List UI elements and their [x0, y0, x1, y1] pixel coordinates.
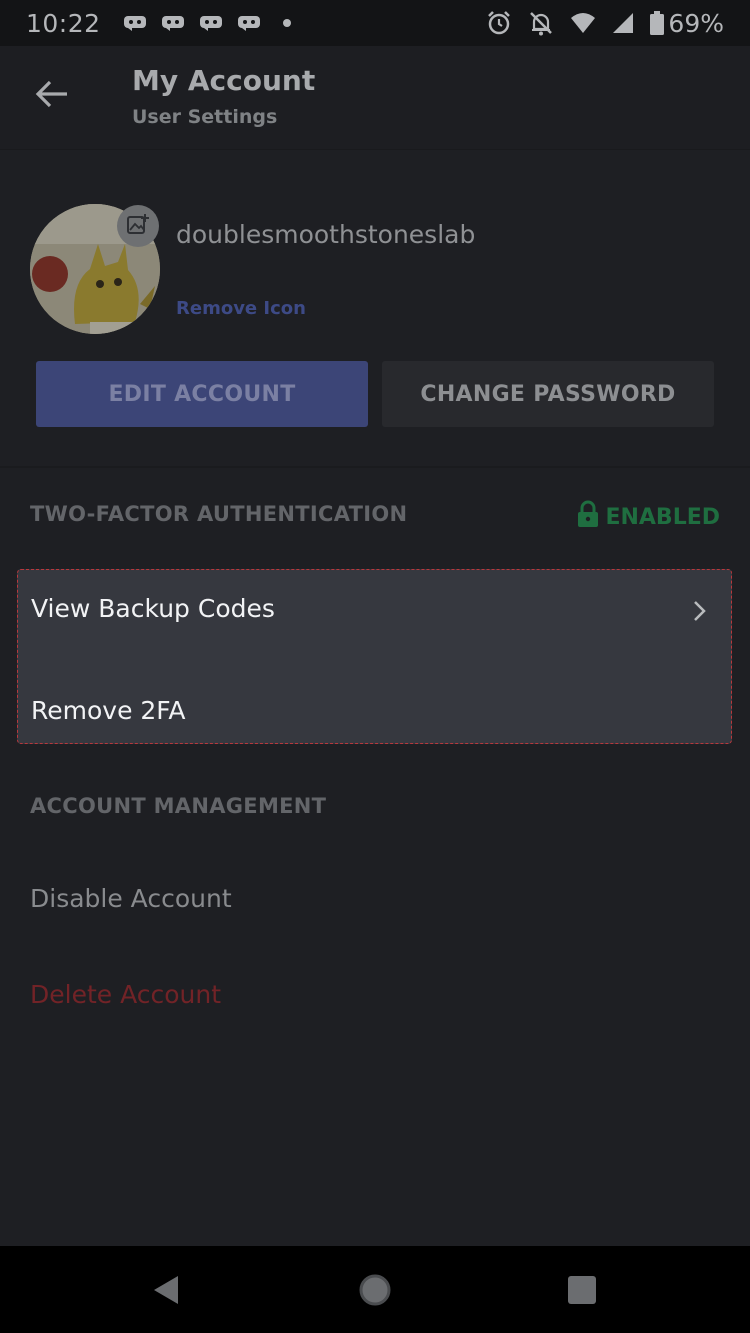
- username: doublesmoothstoneslab: [176, 220, 476, 249]
- back-button[interactable]: [30, 76, 74, 116]
- dnd-bell-off-icon: [528, 10, 554, 36]
- status-bar: 10:22 69%: [0, 0, 750, 46]
- alarm-icon: [486, 10, 512, 36]
- remove-2fa-label: Remove 2FA: [31, 696, 186, 725]
- dot-icon: [282, 19, 291, 27]
- two-factor-options-panel: View Backup Codes Remove 2FA: [17, 569, 732, 744]
- signal-icon: [612, 12, 634, 34]
- disable-account-item[interactable]: Disable Account: [30, 884, 232, 913]
- page-subtitle: User Settings: [132, 106, 278, 128]
- account-management-section-label: ACCOUNT MANAGEMENT: [30, 794, 327, 818]
- discord-notification-icon: [237, 14, 261, 32]
- nav-back-icon[interactable]: [152, 1274, 180, 1310]
- change-password-button[interactable]: CHANGE PASSWORD: [382, 361, 714, 427]
- image-add-icon: [126, 213, 150, 239]
- discord-notification-icon: [161, 14, 185, 32]
- chevron-right-icon: [693, 600, 707, 626]
- delete-account-item[interactable]: Delete Account: [30, 980, 221, 1009]
- view-backup-codes-label: View Backup Codes: [31, 594, 275, 623]
- nav-home-icon[interactable]: [357, 1272, 393, 1312]
- status-time: 10:22: [26, 8, 101, 38]
- discord-notification-icon: [123, 14, 147, 32]
- nav-recents-icon[interactable]: [568, 1276, 596, 1304]
- section-divider: [0, 466, 750, 468]
- page-title: My Account: [132, 64, 316, 97]
- app-header: My Account User Settings: [0, 46, 750, 150]
- lock-icon: [577, 500, 599, 534]
- edit-account-button[interactable]: EDIT ACCOUNT: [36, 361, 368, 427]
- profile-section: doublesmoothstoneslab Remove Icon EDIT A…: [0, 150, 750, 468]
- wifi-icon: [570, 12, 596, 34]
- view-backup-codes-item[interactable]: View Backup Codes: [31, 594, 711, 630]
- battery-icon: [650, 11, 665, 35]
- remove-2fa-item[interactable]: Remove 2FA: [31, 696, 186, 725]
- remove-icon-link[interactable]: Remove Icon: [176, 298, 306, 319]
- system-nav-bar: [0, 1246, 750, 1333]
- two-factor-status-badge: ENABLED: [577, 500, 720, 534]
- two-factor-section-label: TWO-FACTOR AUTHENTICATION: [30, 502, 408, 526]
- battery-percentage: 69%: [668, 8, 724, 38]
- avatar-upload-button[interactable]: [117, 205, 159, 247]
- discord-notification-icon: [199, 14, 223, 32]
- arrow-left-icon: [35, 79, 69, 113]
- two-factor-status-text: ENABLED: [605, 504, 720, 530]
